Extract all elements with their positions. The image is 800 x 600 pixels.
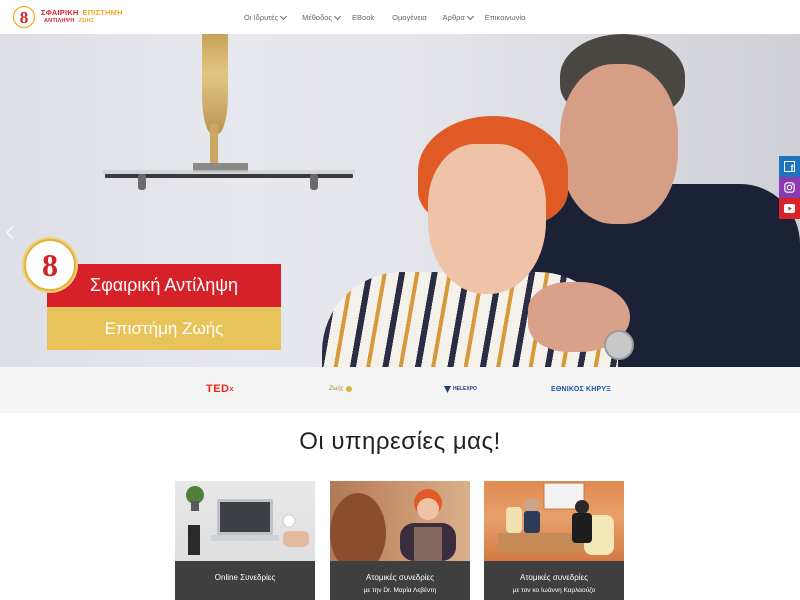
instagram-button[interactable] <box>779 177 800 198</box>
service-card-image <box>175 481 315 561</box>
service-card-maria[interactable]: Ατομικές συνεδρίες με την Dr. Μαρία Λεβέ… <box>330 481 470 600</box>
kiryx-logo-text: ΕΘΝΙΚΟΣ ΚΗΡΥΞ <box>551 385 611 393</box>
kiryx-logo: ΕΘΝΙΚΟΣ ΚΗΡΥΞ <box>551 381 611 397</box>
hero-subtitle-text: Επιστήμη Ζωής <box>104 318 224 338</box>
services-heading: Οι υπηρεσίες μας! <box>299 428 501 455</box>
service-card-subtitle: με την Dr. Μαρία Λεβέντη <box>363 587 437 594</box>
service-card-title: Ατομικές συνεδρίες <box>520 573 588 582</box>
nav-item-label: EBook <box>352 12 375 22</box>
shelf-bracket <box>310 174 318 190</box>
vase-decoration <box>202 34 228 134</box>
service-card-caption: Ατομικές συνεδρίες με τον κο Ιωάννη Καρλ… <box>484 561 624 600</box>
site-header: 8 ΣΦΑΙΡΙΚΗ ΕΠΙΣΤΗΜΗ ΑΝΤΙΛΗΨΗ ΖΩΗΣ Οι Ιδρ… <box>0 0 800 35</box>
youtube-button[interactable] <box>779 198 800 219</box>
facebook-icon: f <box>784 161 795 172</box>
laptop-photo-icon <box>186 486 309 555</box>
sun-icon <box>345 386 352 392</box>
nav-item-label: Μέθοδος <box>302 12 333 22</box>
ted-logo-x: x <box>229 385 234 393</box>
service-card-caption: Online Συνεδρίες <box>175 561 315 600</box>
hero-logo-badge-icon: 8 <box>24 239 76 291</box>
nav-item-label: Επικοινωνία <box>484 12 526 22</box>
site-logo[interactable]: 8 ΣΦΑΙΡΙΚΗ ΕΠΙΣΤΗΜΗ ΑΝΤΙΛΗΨΗ ΖΩΗΣ <box>12 3 123 31</box>
service-card-image <box>484 481 624 561</box>
svg-text:8: 8 <box>42 247 58 283</box>
service-card-ioannis[interactable]: Ατομικές συνεδρίες με τον κο Ιωάννη Καρλ… <box>484 481 624 600</box>
hero-photo-man-face <box>560 64 678 224</box>
nav-item-label: Άρθρα <box>442 12 465 22</box>
logo-word-epistimi: ΕΠΙΣΤΗΜΗ <box>82 8 123 17</box>
chevron-down-icon <box>280 12 288 20</box>
service-card-title: Online Συνεδρίες <box>214 573 276 582</box>
shelf-bracket <box>138 174 146 190</box>
vase-stem-decoration <box>210 124 218 164</box>
service-card-online[interactable]: Online Συνεδρίες <box>175 481 315 600</box>
hero-banner-title: Σφαιρική Αντίληψη <box>47 264 281 307</box>
logo-word-sfairiki: ΣΦΑΙΡΙΚΗ <box>41 8 79 17</box>
svg-text:f: f <box>791 163 795 172</box>
instagram-icon <box>784 182 795 193</box>
svg-text:8: 8 <box>20 8 29 27</box>
session-photo-icon <box>330 489 456 573</box>
main-nav: Οι Ιδρυτές Μέθοδος EBook Ομογένεια Άρθρα… <box>232 0 525 34</box>
helexpo-mark-icon <box>444 385 451 393</box>
hero-photo-watch <box>604 330 634 360</box>
ted-logo: TED x <box>206 381 234 397</box>
ted-logo-text: TED <box>206 383 230 395</box>
youtube-icon <box>784 204 795 213</box>
hero-photo-woman-face <box>428 144 546 294</box>
logo-mark-icon: 8 <box>12 5 36 29</box>
service-card-subtitle: με τον κο Ιωάννη Καρλαούζο <box>512 587 596 594</box>
nav-item-articles[interactable]: Άρθρα <box>442 12 474 22</box>
helexpo-logo-text: HELEXPO <box>453 386 477 392</box>
facebook-button[interactable]: f <box>779 156 800 177</box>
zois-logo-text: Ζωής <box>329 386 344 392</box>
slider-prev-arrow-icon[interactable] <box>6 226 19 239</box>
hero-banner-subtitle: Επιστήμη Ζωής <box>47 307 281 350</box>
service-card-title: Ατομικές συνεδρίες <box>366 573 434 582</box>
helexpo-logo: HELEXPO <box>444 381 477 397</box>
logo-word-antilipsi: ΑΝΤΙΛΗΨΗ <box>44 18 75 24</box>
hero-title-text: Σφαιρική Αντίληψη <box>89 275 239 295</box>
hero-slider: Σφαιρική Αντίληψη Επιστήμη Ζωής 8 <box>0 34 800 367</box>
nav-item-label: Οι Ιδρυτές <box>244 12 279 22</box>
logo-word-zois: ΖΩΗΣ <box>78 18 95 24</box>
service-card-caption: Ατομικές συνεδρίες με την Dr. Μαρία Λεβέ… <box>330 561 470 600</box>
nav-item-omogeneia[interactable]: Ομογένεια <box>392 13 427 22</box>
partner-logos-strip: TED x Ζωής HELEXPO ΕΘΝΙΚΟΣ ΚΗΡΥΞ <box>0 367 800 413</box>
nav-item-method[interactable]: Μέθοδος <box>302 12 342 22</box>
nav-item-founders[interactable]: Οι Ιδρυτές <box>244 12 288 22</box>
office-photo-icon <box>498 482 614 555</box>
chevron-down-icon <box>334 12 342 20</box>
nav-item-label: Ομογένεια <box>392 12 427 22</box>
nav-item-contact[interactable]: Επικοινωνία <box>485 13 526 22</box>
zois-logo: Ζωής <box>329 381 353 397</box>
nav-item-ebook[interactable]: EBook <box>352 13 374 22</box>
logo-text: ΣΦΑΙΡΙΚΗ ΕΠΙΣΤΗΜΗ ΑΝΤΙΛΗΨΗ ΖΩΗΣ <box>41 8 123 26</box>
chevron-down-icon <box>466 12 474 20</box>
service-card-image <box>330 481 470 573</box>
